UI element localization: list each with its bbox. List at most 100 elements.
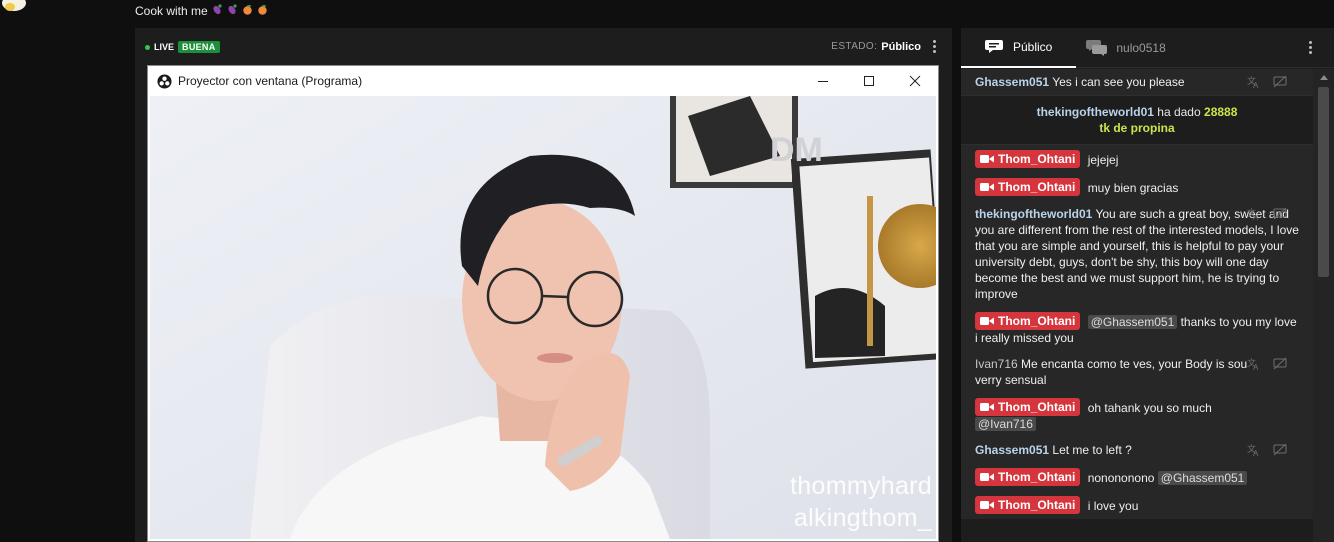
translate-icon[interactable]: 文A bbox=[1247, 443, 1261, 457]
chat-message: thekingoftheworld01 You are such a great… bbox=[961, 201, 1313, 307]
close-button[interactable] bbox=[892, 66, 938, 96]
eggplant-icon bbox=[227, 4, 238, 18]
status-label: ESTADO: bbox=[831, 41, 878, 52]
user-mention[interactable]: @Ghassem051 bbox=[1157, 471, 1248, 485]
chat-message: Thom_Ohtani muy bien gracias bbox=[961, 173, 1313, 201]
chat-message-list[interactable]: Ghassem051 Yes i can see you please 文A t… bbox=[961, 69, 1313, 542]
quality-badge: BUENA bbox=[178, 41, 220, 53]
camera-icon bbox=[980, 317, 994, 325]
mute-chat-icon[interactable] bbox=[1273, 75, 1287, 89]
watermark-line1: thommyhard bbox=[790, 472, 932, 500]
mute-chat-icon[interactable] bbox=[1273, 357, 1287, 371]
chat-message: Thom_Ohtani jejejej bbox=[961, 145, 1313, 173]
model-username: Thom_Ohtani bbox=[998, 400, 1076, 414]
public-chat-icon bbox=[985, 39, 1003, 53]
svg-text:DM: DM bbox=[770, 131, 823, 169]
scroll-thumb[interactable] bbox=[1318, 87, 1329, 277]
tab-public-chat[interactable]: Público bbox=[961, 28, 1077, 68]
chat-username[interactable]: Ivan716 bbox=[975, 357, 1018, 371]
model-badge[interactable]: Thom_Ohtani bbox=[975, 312, 1081, 330]
tab-private-label: nulo0518 bbox=[1116, 40, 1166, 55]
peach-icon bbox=[257, 4, 268, 18]
chat-tabs: Público nulo0518 bbox=[961, 28, 1334, 68]
chat-text: i love you bbox=[1087, 499, 1139, 513]
model-username: Thom_Ohtani bbox=[998, 470, 1076, 484]
user-avatar[interactable] bbox=[0, 0, 28, 14]
model-username: Thom_Ohtani bbox=[998, 498, 1076, 512]
model-badge[interactable]: Thom_Ohtani bbox=[975, 150, 1081, 168]
maximize-button[interactable] bbox=[846, 66, 892, 96]
chat-text: Yes i can see you please bbox=[1052, 75, 1185, 89]
room-title: Cook with me bbox=[135, 4, 268, 18]
scroll-up-icon[interactable] bbox=[1320, 75, 1328, 80]
message-actions: 文A bbox=[1247, 207, 1287, 221]
projector-title: Proyector con ventana (Programa) bbox=[178, 74, 363, 88]
chat-options-icon[interactable] bbox=[1309, 41, 1312, 54]
model-badge[interactable]: Thom_Ohtani bbox=[975, 468, 1081, 486]
chat-username[interactable]: Ghassem051 bbox=[975, 443, 1049, 457]
chat-text: jejejej bbox=[1087, 153, 1119, 167]
stream-options-icon[interactable] bbox=[933, 40, 936, 53]
svg-text:A: A bbox=[1253, 363, 1259, 371]
tip-username[interactable]: thekingoftheworld01 bbox=[1037, 105, 1154, 119]
eggplant-icon bbox=[212, 4, 223, 18]
maximize-icon bbox=[864, 76, 874, 86]
model-username: Thom_Ohtani bbox=[998, 152, 1076, 166]
app-window: Cook with me LIVE BUENA ESTADO: Público bbox=[0, 0, 1334, 542]
translate-icon[interactable]: 文A bbox=[1247, 75, 1261, 89]
watermark-line2: alkingthom_ bbox=[793, 504, 932, 532]
chat-message: Ghassem051 Yes i can see you please 文A bbox=[961, 69, 1313, 95]
chat-text: You are such a great boy, sweet and you … bbox=[975, 207, 1299, 301]
mute-chat-icon[interactable] bbox=[1273, 443, 1287, 457]
live-indicator: LIVE BUENA bbox=[145, 41, 220, 53]
peach-icon bbox=[242, 4, 253, 18]
chat-text: muy bien gracias bbox=[1087, 181, 1179, 195]
camera-icon bbox=[980, 403, 994, 411]
chat-message: Thom_Ohtani oh tahank you so much @Ivan7… bbox=[961, 393, 1313, 437]
user-mention[interactable]: @Ivan716 bbox=[975, 417, 1036, 431]
chat-panel: Público nulo0518 Ghassem051 Yes i can se… bbox=[961, 28, 1334, 542]
tip-notification: thekingoftheworld01 ha dado 28888 tk de … bbox=[961, 95, 1313, 145]
tab-private-chat[interactable]: nulo0518 bbox=[1076, 28, 1175, 68]
tip-amount: 28888 bbox=[1204, 105, 1238, 119]
svg-text:A: A bbox=[1253, 213, 1259, 221]
chat-message: Thom_Ohtani nonononono @Ghassem051 bbox=[961, 463, 1313, 491]
chat-text: oh tahank you so much bbox=[1087, 401, 1212, 415]
stream-status: ESTADO: Público bbox=[831, 40, 936, 53]
live-dot-icon bbox=[145, 44, 150, 50]
minimize-button[interactable] bbox=[800, 66, 846, 96]
chat-text: Let me to left ? bbox=[1052, 443, 1132, 457]
video-feed: DM thommyhard alkingthom_ bbox=[150, 96, 936, 539]
tip-text: ha dado bbox=[1157, 105, 1201, 119]
camera-icon bbox=[980, 183, 994, 191]
user-mention[interactable]: @Ghassem051 bbox=[1087, 315, 1178, 329]
model-badge[interactable]: Thom_Ohtani bbox=[975, 178, 1081, 196]
message-actions: 文A bbox=[1247, 357, 1287, 371]
camera-icon bbox=[980, 473, 994, 481]
chat-scrollbar[interactable] bbox=[1313, 69, 1334, 542]
status-value[interactable]: Público bbox=[881, 41, 921, 53]
live-label: LIVE bbox=[154, 42, 175, 52]
model-badge[interactable]: Thom_Ohtani bbox=[975, 496, 1081, 514]
translate-icon[interactable]: 文A bbox=[1247, 207, 1261, 221]
tab-public-label: Público bbox=[1013, 39, 1053, 54]
minimize-icon bbox=[818, 81, 828, 82]
tip-suffix: tk de propina bbox=[1099, 121, 1175, 135]
svg-text:A: A bbox=[1253, 81, 1259, 89]
chat-username[interactable]: Ghassem051 bbox=[975, 75, 1049, 89]
chat-message: Thom_Ohtani @Ghassem051 thanks to you my… bbox=[961, 307, 1313, 351]
camera-icon bbox=[980, 155, 994, 163]
close-icon bbox=[909, 75, 921, 87]
mute-chat-icon[interactable] bbox=[1273, 207, 1287, 221]
window-controls bbox=[800, 66, 938, 96]
private-chat-icon bbox=[1086, 39, 1108, 56]
chat-username[interactable]: thekingoftheworld01 bbox=[975, 207, 1092, 221]
camera-icon bbox=[980, 501, 994, 509]
chat-message: Thom_Ohtani i love you bbox=[961, 491, 1313, 519]
model-username: Thom_Ohtani bbox=[998, 314, 1076, 328]
model-badge[interactable]: Thom_Ohtani bbox=[975, 398, 1081, 416]
projector-window[interactable]: Proyector con ventana (Programa) DM thom… bbox=[147, 65, 939, 542]
obs-logo-icon bbox=[157, 73, 172, 89]
message-actions: 文A bbox=[1247, 443, 1287, 457]
translate-icon[interactable]: 文A bbox=[1247, 357, 1261, 371]
